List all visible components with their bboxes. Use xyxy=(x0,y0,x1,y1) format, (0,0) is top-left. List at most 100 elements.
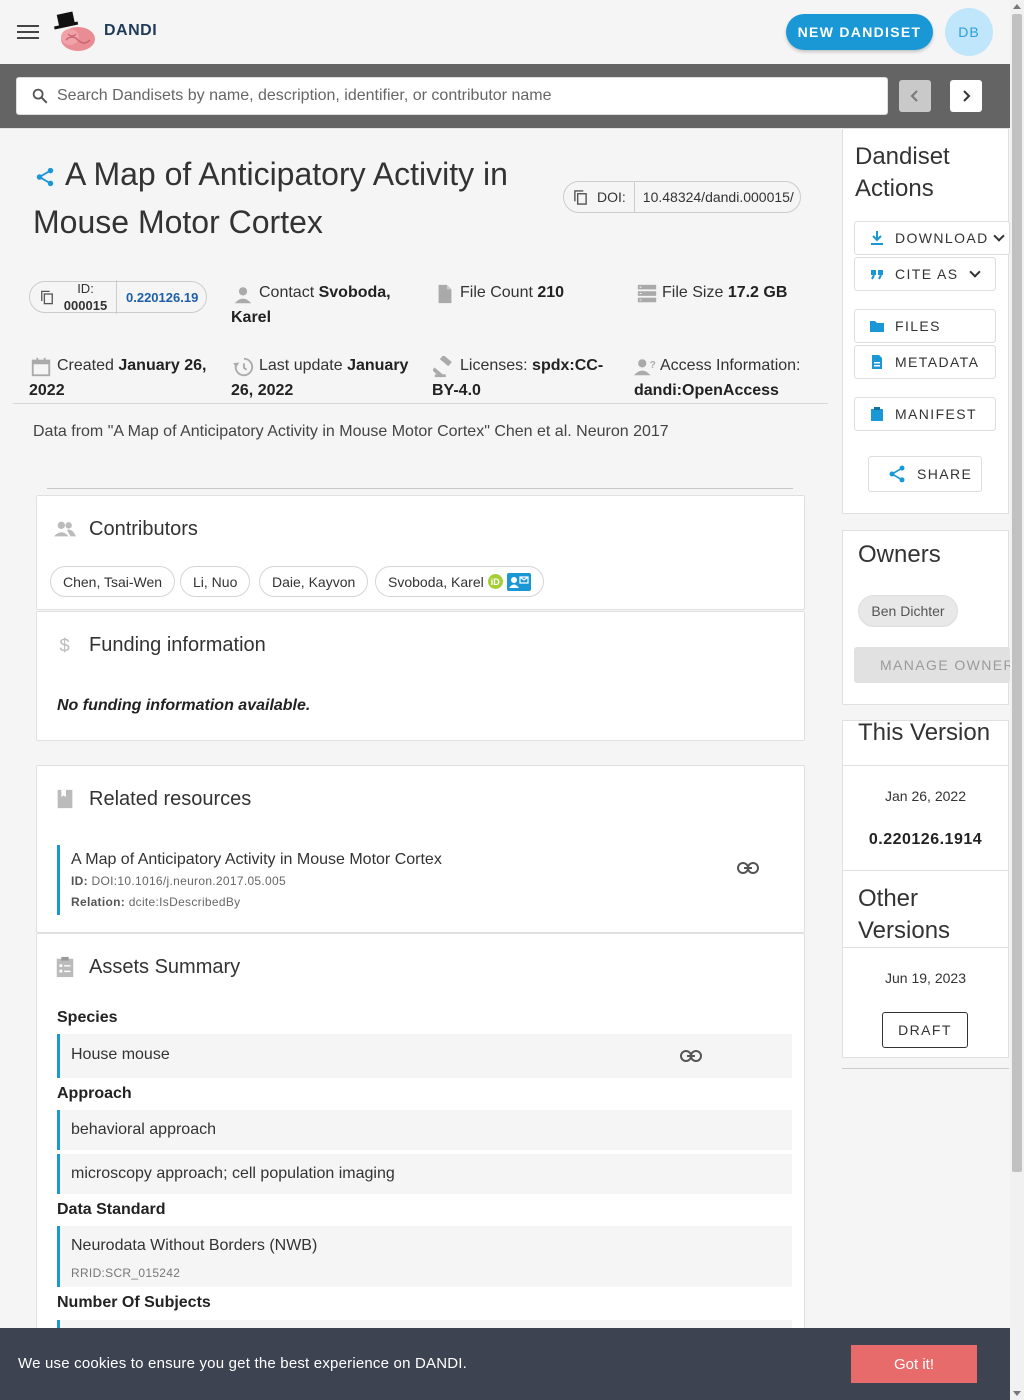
identifier: ID: 000015 xyxy=(61,280,117,314)
approach-name: microscopy approach; cell population ima… xyxy=(71,1165,395,1182)
dandi-logo[interactable] xyxy=(52,10,98,54)
chevron-down-icon xyxy=(969,266,981,278)
draft-version-button[interactable]: DRAFT xyxy=(882,1012,968,1048)
cite-as-label: CITE AS xyxy=(895,266,959,282)
copy-icon[interactable] xyxy=(40,290,54,305)
folder-icon xyxy=(870,321,884,332)
copy-icon[interactable] xyxy=(573,189,588,205)
file-size-label: File Size xyxy=(662,284,724,301)
identifier-label: ID: xyxy=(77,281,94,296)
clipboard-list-icon xyxy=(56,956,74,978)
doi-chip[interactable]: DOI: 10.48324/dandi.000015/ xyxy=(563,181,801,213)
species-heading: Species xyxy=(57,1009,118,1026)
file-icon xyxy=(438,284,452,304)
created-date: Created January 26, 2022 xyxy=(29,353,214,403)
resource-title: A Map of Anticipatory Activity in Mouse … xyxy=(71,851,442,868)
manifest-button[interactable]: MANIFEST xyxy=(854,397,996,431)
next-page-button[interactable] xyxy=(950,80,982,112)
data-standard-rrid: RRID:SCR_015242 xyxy=(71,1266,181,1280)
contributor-chip[interactable]: Li, Nuo xyxy=(180,566,251,597)
access-value: dandi:OpenAccess xyxy=(634,382,779,399)
chevron-right-icon xyxy=(963,90,971,102)
manage-owners-button[interactable]: MANAGE OWNERS xyxy=(854,647,1010,683)
svg-text:$: $ xyxy=(60,634,70,655)
data-standard-name: Neurodata Without Borders (NWB) xyxy=(71,1237,318,1254)
brand-name[interactable]: DANDI xyxy=(104,22,157,40)
scrollbar[interactable] xyxy=(1010,0,1024,1400)
funding-card: $ Funding information xyxy=(36,611,805,741)
divider xyxy=(47,488,793,489)
download-icon xyxy=(871,231,883,245)
file-count-value: 210 xyxy=(537,284,565,301)
assets-summary-title: Assets Summary xyxy=(89,956,241,978)
divider xyxy=(13,403,828,404)
access-label: Access Information: xyxy=(660,357,801,374)
user-avatar[interactable]: DB xyxy=(945,8,993,56)
resource-relation-label: Relation: xyxy=(71,895,126,909)
search-input[interactable] xyxy=(57,87,877,105)
contributor-chip[interactable]: Daie, Kayvon xyxy=(259,566,369,597)
species-name: House mouse xyxy=(71,1046,170,1063)
search-field[interactable] xyxy=(16,77,888,115)
dandiset-actions-title: Dandiset Actions xyxy=(855,143,950,202)
contact-label: Contact xyxy=(259,284,315,301)
link-icon[interactable] xyxy=(680,1049,702,1063)
resource-id-value: DOI:10.1016/j.neuron.2017.05.005 xyxy=(91,874,286,888)
access-information: Access Information: dandi:OpenAccess xyxy=(634,353,819,403)
version-link[interactable]: 0.220126.19 xyxy=(126,290,198,305)
accept-cookies-button[interactable]: Got it! xyxy=(851,1345,977,1383)
contributors-title: Contributors xyxy=(89,518,198,540)
download-label: DOWNLOAD xyxy=(895,230,989,246)
approach-item: microscopy approach; cell population ima… xyxy=(57,1154,792,1194)
licenses-label: Licenses: xyxy=(460,357,528,374)
scroll-down-arrow-icon[interactable] xyxy=(1013,1391,1021,1396)
cookie-banner: We use cookies to ensure you get the bes… xyxy=(0,1328,1010,1400)
menu-icon[interactable] xyxy=(17,22,39,42)
files-label: FILES xyxy=(895,318,941,334)
file-size: File Size 17.2 GB xyxy=(662,280,787,305)
created-value: January 26, 2022 xyxy=(29,357,207,399)
scrollbar-thumb[interactable] xyxy=(1012,14,1022,1172)
contributors-card: Contributors Chen, Tsai-Wen Li, Nuo Daie… xyxy=(36,495,805,610)
scroll-up-arrow-icon[interactable] xyxy=(1013,4,1021,9)
data-standard-heading: Data Standard xyxy=(57,1201,166,1218)
contributor-chip[interactable]: Chen, Tsai-Wen xyxy=(50,566,176,597)
no-funding-text: No funding information available. xyxy=(57,697,311,714)
related-resources-title: Related resources xyxy=(89,788,252,810)
clipboard-icon xyxy=(871,407,883,421)
search-bar xyxy=(0,64,1010,128)
link-icon[interactable] xyxy=(737,861,759,875)
storage-icon xyxy=(637,284,657,303)
owners-title: Owners xyxy=(858,541,941,568)
other-versions-title: Other Versions xyxy=(858,885,951,944)
owner-chip[interactable]: Ben Dichter xyxy=(858,595,958,627)
metadata-button[interactable]: METADATA xyxy=(854,345,996,379)
divider xyxy=(842,947,1009,948)
identifier-chip[interactable]: ID: 000015 0.220126.19 xyxy=(29,280,207,314)
new-dandiset-button[interactable]: NEW DANDISET xyxy=(786,14,933,50)
subjects-heading: Number Of Subjects xyxy=(57,1294,211,1311)
file-count-label: File Count xyxy=(460,284,533,301)
contact-card-icon[interactable] xyxy=(506,572,531,591)
orcid-icon[interactable]: iD xyxy=(487,574,503,589)
dollar-icon: $ xyxy=(60,634,70,655)
this-version-number[interactable]: 0.220126.1914 xyxy=(842,831,1009,849)
cite-as-button[interactable]: CITE AS xyxy=(854,257,996,291)
file-size-value: 17.2 GB xyxy=(727,284,788,301)
files-button[interactable]: FILES xyxy=(854,309,996,343)
species-item: House mouse xyxy=(57,1034,792,1078)
versions-card: This Version Other Versions xyxy=(842,719,1009,1058)
resource-id-label: ID: xyxy=(71,874,88,888)
divider xyxy=(842,870,1009,871)
this-version-date: Jan 26, 2022 xyxy=(885,788,966,804)
contributor-chip[interactable]: Svoboda, Karel iD xyxy=(375,566,544,597)
contributor-name: Chen, Tsai-Wen xyxy=(63,573,163,590)
contributor-name: Svoboda, Karel xyxy=(388,573,484,590)
resource-relation-value: dcite:IsDescribedBy xyxy=(128,895,241,909)
share-button[interactable]: SHARE xyxy=(868,456,982,492)
last-update: Last update January 26, 2022 xyxy=(231,353,421,403)
download-button[interactable]: DOWNLOAD xyxy=(854,221,1010,255)
created-label: Created xyxy=(57,357,114,374)
previous-page-button[interactable] xyxy=(899,80,931,112)
divider xyxy=(842,765,1009,766)
